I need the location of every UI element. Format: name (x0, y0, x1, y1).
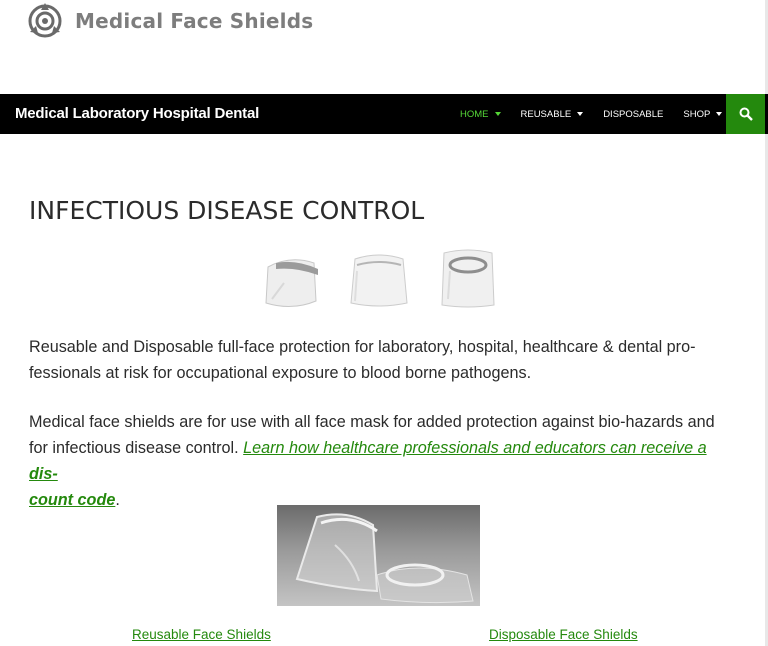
reusable-face-shields-link[interactable]: Reusable Face Shields (132, 627, 271, 642)
shield-logo-icon (28, 3, 62, 38)
menu-item-label: HOME (460, 108, 489, 120)
intro-paragraph: Reusable and Disposable full-face protec… (29, 334, 729, 386)
face-shield-thumbnail-2[interactable] (349, 251, 409, 309)
logo[interactable]: Medical Face Shields (26, 2, 313, 40)
search-button[interactable] (726, 94, 765, 134)
intro-line-1: Reusable and Disposable full-face protec… (29, 338, 696, 356)
menu-item-label: SHOP (683, 108, 711, 120)
menu-item-home[interactable]: HOME (450, 94, 511, 134)
discount-link-text: Learn how healthcare professionals and e… (243, 439, 707, 457)
disposable-face-shields-link[interactable]: Disposable Face Shields (489, 627, 638, 642)
site-title[interactable]: Medical Laboratory Hospital Dental (15, 94, 259, 134)
caret-down-icon (716, 112, 723, 116)
primary-navbar: Medical Laboratory Hospital Dental HOME … (0, 94, 768, 134)
main-menu: HOME REUSABLE DISPOSABLE SHOP (450, 94, 732, 134)
menu-item-reusable[interactable]: REUSABLE (511, 94, 594, 134)
discount-line-2-text: for infectious disease control. (29, 439, 244, 457)
logo-text: Medical Face Shields (75, 9, 314, 33)
discount-period: . (115, 491, 120, 509)
discount-link-bold-1: dis- (29, 465, 58, 483)
caret-down-icon (494, 112, 501, 116)
site-header: Medical Face Shields (0, 0, 768, 94)
face-shield-thumbnail-1[interactable] (262, 253, 322, 309)
page-title: INFECTIOUS DISEASE CONTROL (29, 196, 425, 225)
discount-link-bold-2: count code (29, 491, 116, 509)
intro-line-2: fessionals at risk for occupational expo… (29, 364, 532, 382)
menu-item-label: REUSABLE (520, 108, 572, 120)
discount-line-1: Medical face shields are for use with al… (29, 413, 715, 431)
menu-item-disposable[interactable]: DISPOSABLE (593, 94, 673, 134)
search-icon (739, 107, 753, 121)
menu-item-shop[interactable]: SHOP (673, 94, 732, 134)
product-thumbnails (0, 245, 768, 309)
discount-paragraph: Medical face shields are for use with al… (29, 409, 729, 513)
discount-line-2: for infectious disease control. Learn ho… (29, 435, 729, 487)
discount-code-link-cont[interactable]: count code (29, 491, 115, 509)
face-shield-thumbnail-3[interactable] (440, 247, 496, 309)
caret-down-icon (577, 112, 584, 116)
face-shields-hero-image (277, 505, 480, 606)
hero-shields-graphic (295, 513, 474, 604)
menu-item-label: DISPOSABLE (603, 108, 664, 120)
